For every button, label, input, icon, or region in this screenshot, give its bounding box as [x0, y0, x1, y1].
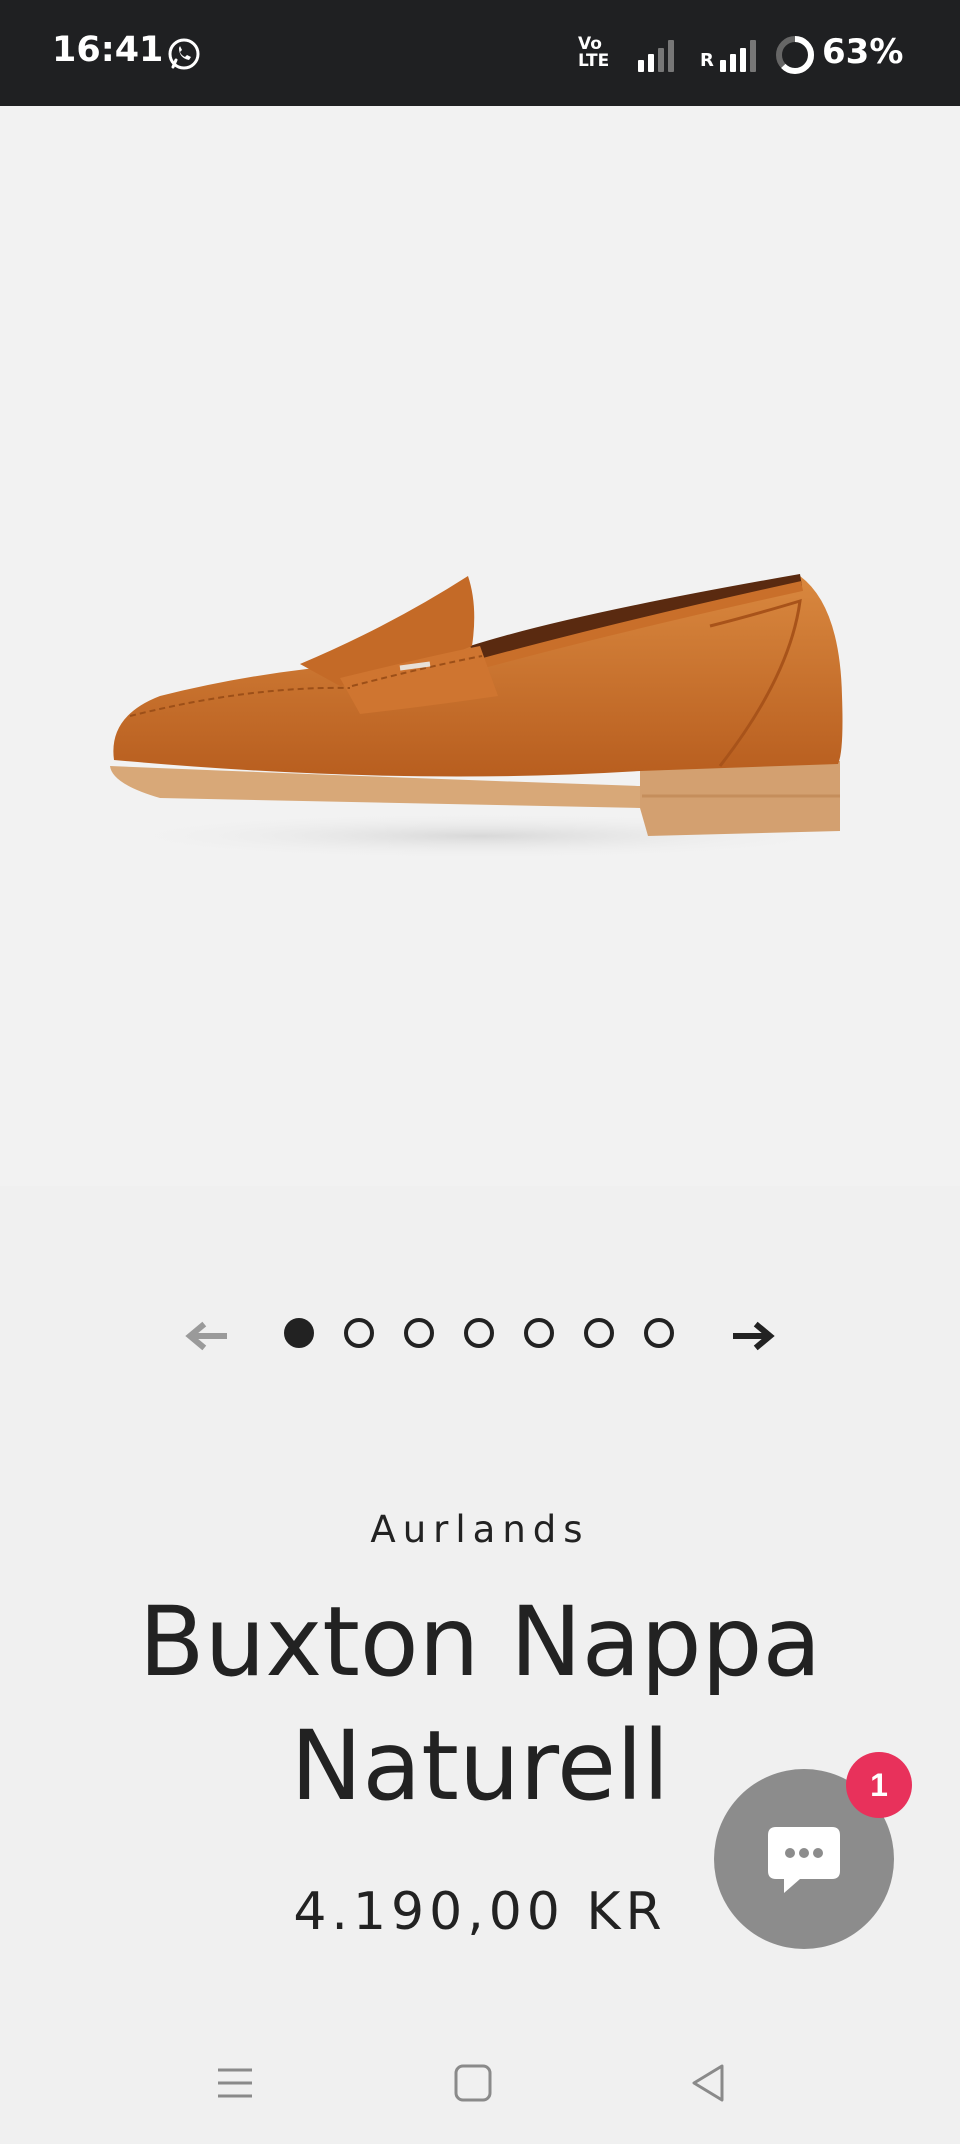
home-icon[interactable]	[448, 2058, 498, 2108]
chat-notification-badge: 1	[846, 1752, 912, 1818]
product-brand[interactable]: Aurlands	[0, 1508, 960, 1551]
product-title: Buxton Nappa Naturell	[120, 1580, 840, 1828]
system-navigation-bar	[0, 2024, 960, 2144]
status-bar: 16:41 Vo LTE R 63%	[0, 0, 960, 106]
product-image-area[interactable]	[0, 106, 960, 1186]
battery-icon	[776, 36, 814, 74]
carousel-dot-5[interactable]	[524, 1318, 554, 1348]
volte-icon: Vo LTE	[578, 36, 609, 70]
carousel-dot-6[interactable]	[584, 1318, 614, 1348]
arrow-left-icon[interactable]	[180, 1316, 230, 1356]
carousel-dot-2[interactable]	[344, 1318, 374, 1348]
roaming-indicator: R	[700, 50, 714, 71]
product-image-shoe	[100, 574, 860, 860]
chat-bubble-icon	[768, 1827, 840, 1893]
back-icon[interactable]	[684, 2058, 734, 2108]
signal-icon-2	[720, 38, 764, 72]
clock: 16:41	[52, 30, 164, 70]
carousel-dot-3[interactable]	[404, 1318, 434, 1348]
carousel-dot-7[interactable]	[644, 1318, 674, 1348]
arrow-right-icon[interactable]	[730, 1316, 780, 1356]
product-title-line-1: Buxton Nappa	[138, 1586, 822, 1698]
signal-icon	[638, 38, 682, 72]
battery-percentage: 63%	[822, 32, 904, 72]
carousel-pagination	[280, 1318, 680, 1354]
carousel-dot-1[interactable]	[284, 1318, 314, 1348]
whatsapp-icon	[168, 38, 200, 70]
volte-bottom-text: LTE	[578, 51, 610, 71]
carousel-dot-4[interactable]	[464, 1318, 494, 1348]
menu-icon[interactable]	[210, 2058, 260, 2108]
